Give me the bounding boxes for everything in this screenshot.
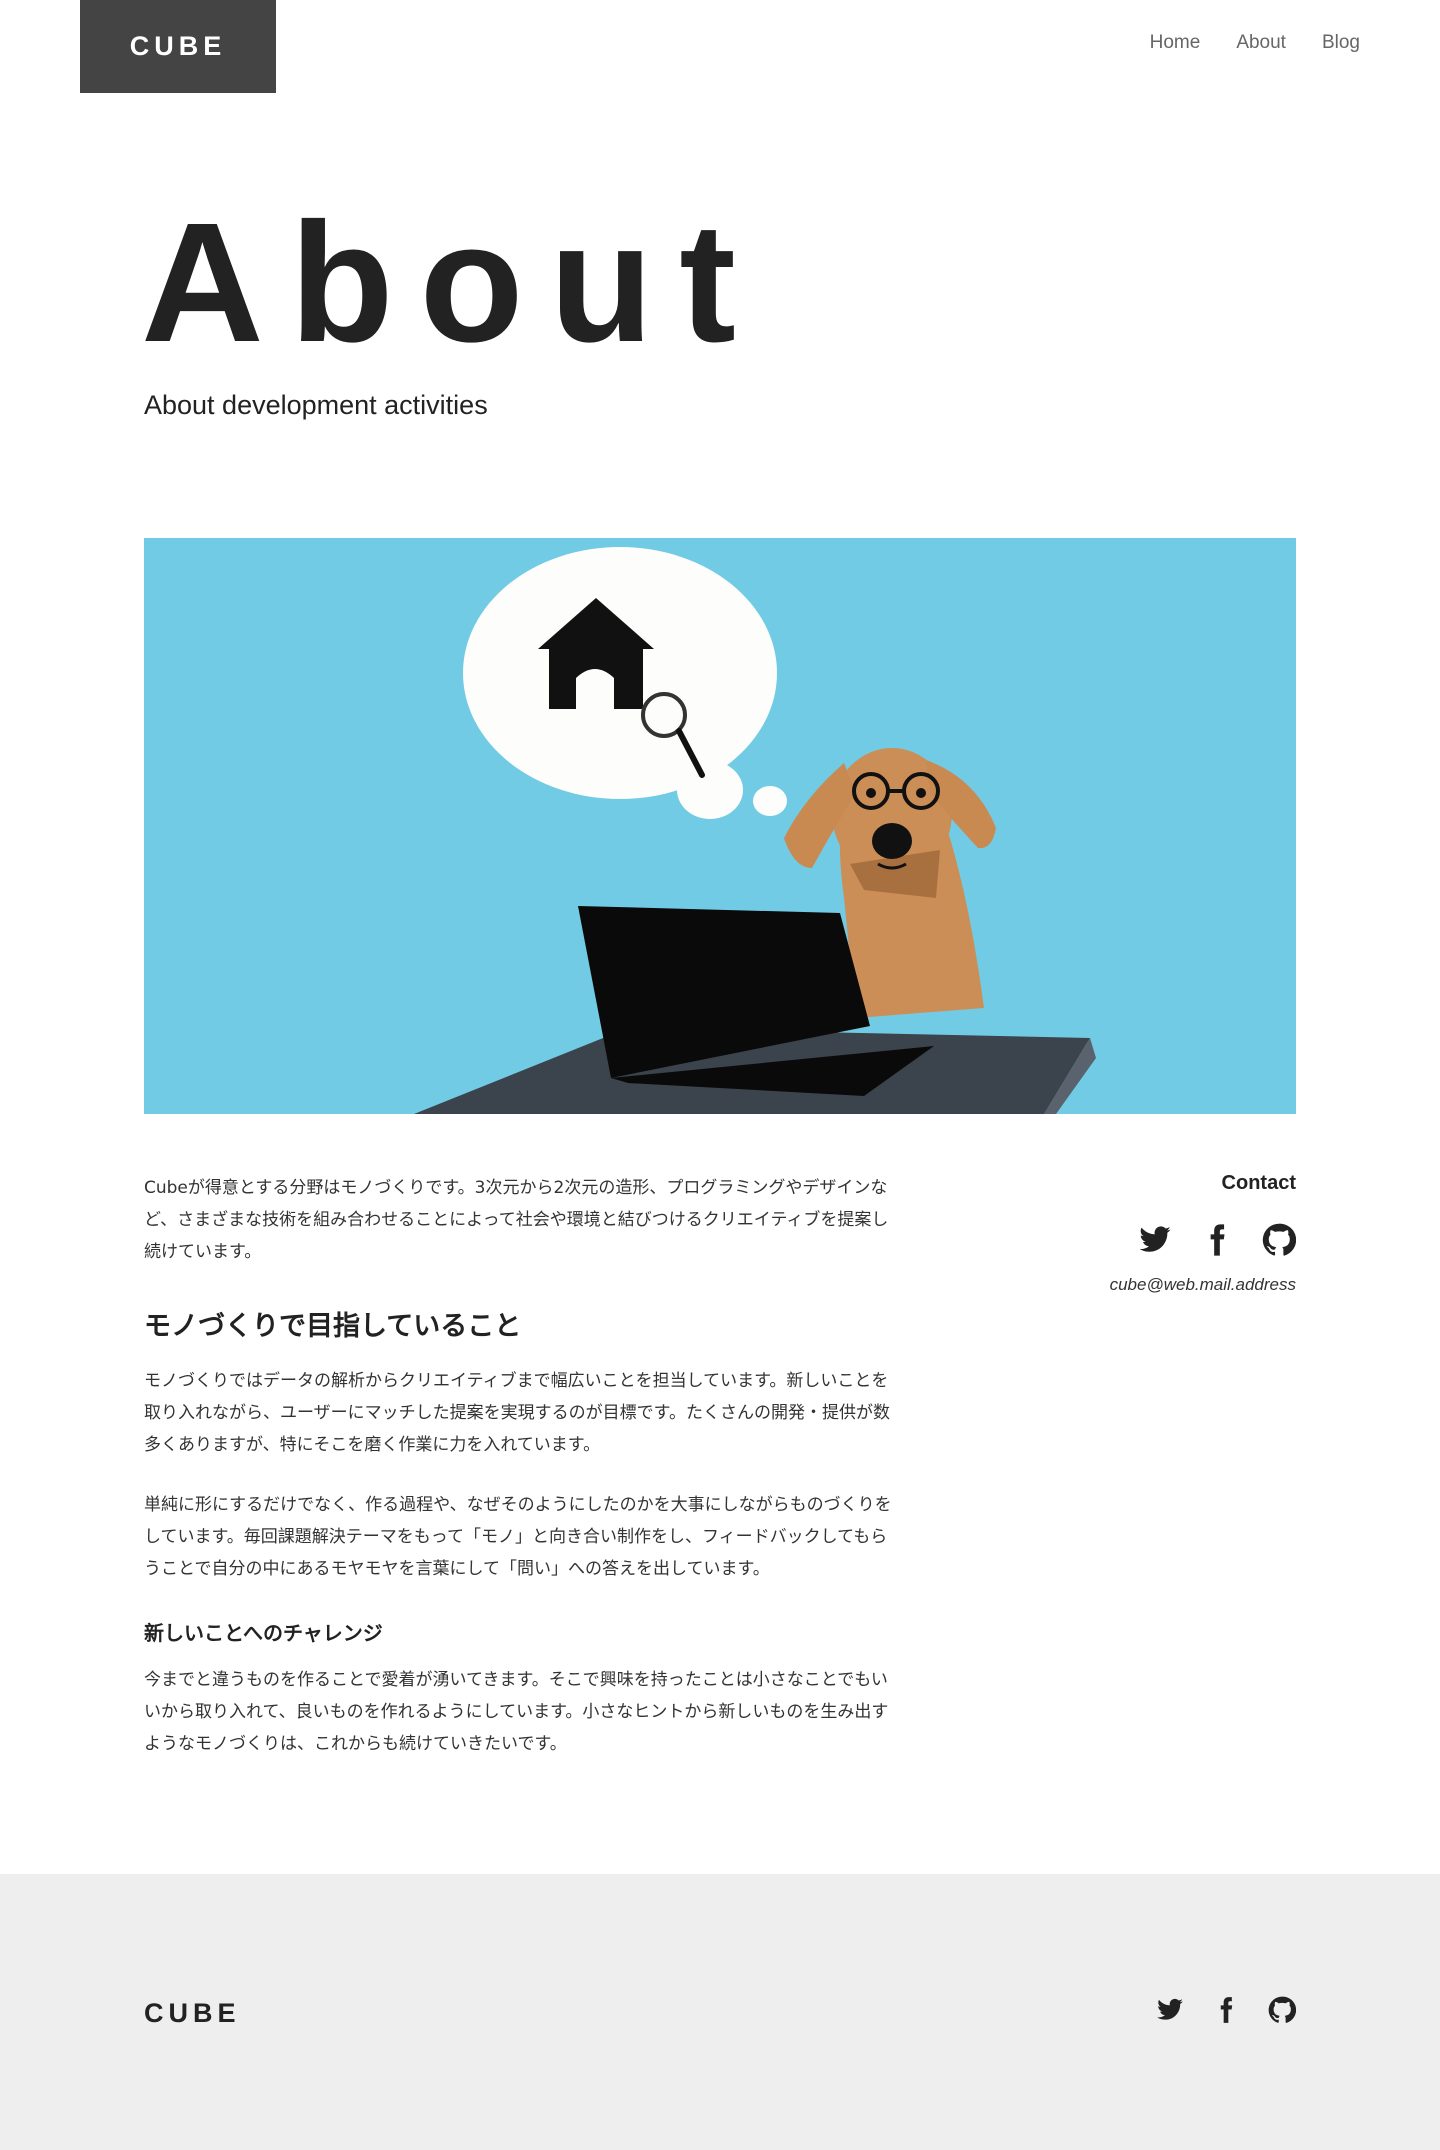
site-footer: CUBE [0, 1874, 1440, 2150]
footer-logo[interactable]: CUBE [144, 1998, 241, 2029]
intro-paragraph: Cubeが得意とする分野はモノづくりです。3次元から2次元の造形、プログラミング… [144, 1178, 889, 1262]
nav-about-link[interactable]: About [1236, 32, 1286, 54]
nav-home-link[interactable]: Home [1150, 32, 1201, 54]
twitter-icon[interactable] [1138, 1223, 1172, 1257]
section-paragraph-1: モノづくりではデータの解析からクリエイティブまで幅広いことを担当しています。新し… [144, 1371, 890, 1455]
github-icon[interactable] [1268, 1996, 1296, 2024]
logo-text: CUBE [129, 31, 227, 61]
contact-panel: Contact cube@web.mail.address [996, 1172, 1296, 1295]
contact-title: Contact [1221, 1172, 1296, 1194]
section-paragraph-2: 単純に形にするだけでなく、作る過程や、なぜそのようにしたのかを大事にしながらもの… [144, 1495, 892, 1579]
thought-bubble-tiny [753, 786, 787, 816]
footer-social-links [1156, 1996, 1296, 2024]
subsection-paragraph: 今までと違うものを作ることで愛着が湧いてきます。そこで興味を持ったことは小さなこ… [144, 1670, 889, 1754]
site-logo[interactable]: CUBE [80, 0, 276, 93]
hero-illustration [144, 538, 1296, 1114]
subsection-heading: 新しいことへのチャレンジ [144, 1621, 383, 1645]
facebook-icon[interactable] [1212, 1996, 1240, 2024]
dog-thinking-illustration [414, 547, 1096, 1114]
section-heading: モノづくりで目指していること [144, 1311, 522, 1342]
page-title: About [141, 188, 762, 378]
twitter-icon[interactable] [1156, 1996, 1184, 2024]
facebook-icon[interactable] [1200, 1223, 1234, 1257]
main-nav: Home About Blog [1150, 32, 1360, 54]
thought-bubble-small [677, 761, 743, 819]
main-content: Cubeが得意とする分野はモノづくりです。3次元から2次元の造形、プログラミング… [144, 1172, 904, 1788]
contact-email[interactable]: cube@web.mail.address [996, 1275, 1296, 1295]
nav-blog-link[interactable]: Blog [1322, 32, 1360, 54]
github-icon[interactable] [1262, 1223, 1296, 1257]
contact-social-links [996, 1223, 1296, 1257]
page-subtitle: About development activities [144, 390, 488, 420]
